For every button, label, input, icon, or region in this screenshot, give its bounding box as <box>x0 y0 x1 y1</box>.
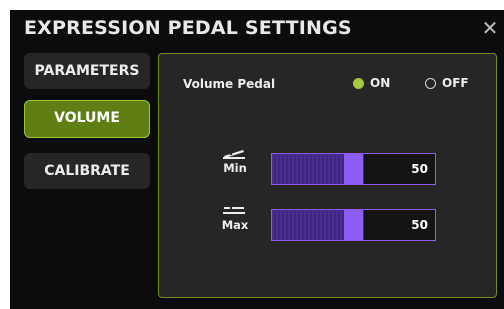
dialog-title: EXPRESSION PEDAL SETTINGS <box>24 17 352 39</box>
max-value-field[interactable]: 50 <box>364 210 435 240</box>
nav-volume-button[interactable]: VOLUME <box>24 100 150 138</box>
expression-pedal-dialog: EXPRESSION PEDAL SETTINGS ✕ PARAMETERS V… <box>10 10 504 309</box>
close-icon[interactable]: ✕ <box>480 18 500 38</box>
radio-on-label: ON <box>370 76 391 90</box>
max-slider-thumb[interactable] <box>344 210 363 240</box>
volume-pedal-off-radio[interactable]: OFF <box>425 76 469 90</box>
radio-selected-icon <box>353 77 364 89</box>
volume-pedal-label: Volume Pedal <box>183 77 276 91</box>
nav-calibrate-button[interactable]: CALIBRATE <box>24 153 150 189</box>
radio-unselected-icon <box>425 77 436 89</box>
max-slider[interactable]: 50 <box>271 209 436 241</box>
volume-pedal-on-radio[interactable]: ON <box>353 76 390 90</box>
min-label: Min <box>223 161 247 175</box>
min-slider[interactable]: 50 <box>271 153 436 185</box>
min-value-field[interactable]: 50 <box>364 154 435 184</box>
nav-parameters-button[interactable]: PARAMETERS <box>24 53 150 89</box>
max-label: Max <box>221 218 249 232</box>
volume-settings-panel: Volume Pedal ON OFF Min 50 Max 50 <box>158 53 497 298</box>
pedal-toe-icon <box>223 206 245 214</box>
pedal-heel-icon <box>223 150 245 159</box>
min-slider-thumb[interactable] <box>344 154 363 184</box>
radio-off-label: OFF <box>442 76 469 90</box>
